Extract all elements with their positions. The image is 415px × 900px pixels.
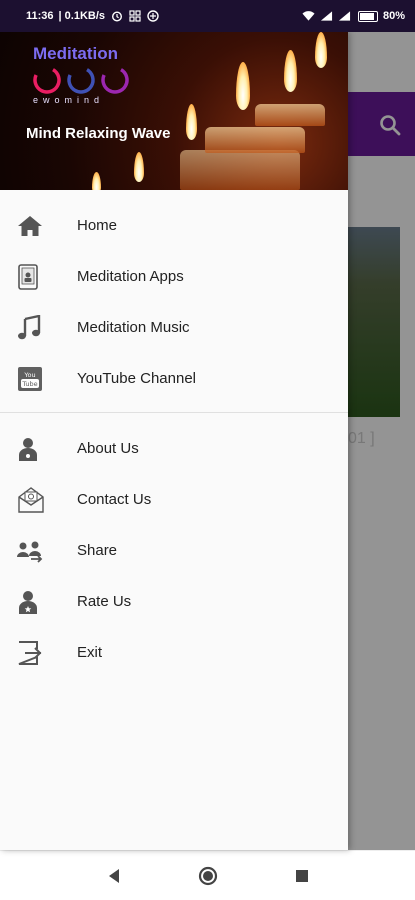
menu-item-exit[interactable]: Exit	[0, 627, 348, 678]
menu-item-meditation-apps[interactable]: Meditation Apps	[0, 251, 348, 302]
grid-icon	[128, 10, 141, 22]
drawer-header: Meditation ewomind Mind Relaxing Wave	[0, 32, 348, 190]
menu-item-rate-us[interactable]: Rate Us	[0, 576, 348, 627]
brand-subtitle: ewomind	[33, 95, 105, 105]
home-icon	[0, 214, 77, 238]
signal-icon-2	[338, 10, 351, 22]
clock: 11:36	[26, 10, 54, 22]
menu-item-contact-us[interactable]: Contact Us	[0, 474, 348, 525]
music-note-icon	[0, 314, 77, 341]
menu-label-meditation-music: Meditation Music	[77, 319, 190, 336]
menu-label-youtube-channel: YouTube Channel	[77, 370, 196, 387]
recents-button[interactable]	[290, 864, 314, 888]
mail-icon	[0, 486, 77, 513]
alarm-icon	[110, 10, 123, 22]
home-button[interactable]	[196, 864, 220, 888]
share-people-icon	[0, 539, 77, 563]
system-navigation-bar	[0, 850, 415, 900]
battery-percent: 80%	[382, 10, 405, 22]
tablet-icon	[0, 263, 77, 290]
menu-label-home: Home	[77, 217, 118, 234]
battery-icon	[357, 10, 378, 22]
menu-item-share[interactable]: Share	[0, 525, 348, 576]
menu-label-contact-us: Contact Us	[77, 491, 152, 508]
status-bar: 11:36 | 0.1KB/s 80%	[0, 0, 415, 32]
menu-label-about-us: About Us	[77, 440, 139, 457]
network-speed: | 0.1KB/s	[58, 10, 106, 22]
menu-item-youtube-channel[interactable]: You Tube YouTube Channel	[0, 353, 348, 404]
vpn-icon	[146, 10, 159, 22]
menu-label-share: Share	[77, 542, 118, 559]
menu-item-about-us[interactable]: About Us	[0, 423, 348, 474]
menu-divider	[0, 412, 348, 413]
drawer-menu: Home Meditation Apps Meditation Music Yo…	[0, 190, 348, 678]
menu-item-home[interactable]: Home	[0, 200, 348, 251]
person-star-icon	[0, 589, 77, 615]
drawer-scrim[interactable]	[348, 32, 415, 850]
svg-text:You: You	[23, 371, 35, 379]
navigation-drawer: Meditation ewomind Mind Relaxing Wave Ho…	[0, 32, 348, 850]
svg-text:Tube: Tube	[21, 380, 37, 388]
exit-icon	[0, 640, 77, 666]
menu-label-meditation-apps: Meditation Apps	[77, 268, 184, 285]
app-tagline: Mind Relaxing Wave	[26, 125, 171, 142]
brand-title: Meditation	[33, 44, 118, 63]
menu-label-rate-us: Rate Us	[77, 593, 132, 610]
person-icon	[0, 436, 77, 462]
wifi-icon	[302, 10, 315, 22]
youtube-icon: You Tube	[0, 366, 77, 392]
signal-icon	[320, 10, 333, 22]
back-button[interactable]	[102, 864, 126, 888]
menu-label-exit: Exit	[77, 644, 103, 661]
menu-item-meditation-music[interactable]: Meditation Music	[0, 302, 348, 353]
